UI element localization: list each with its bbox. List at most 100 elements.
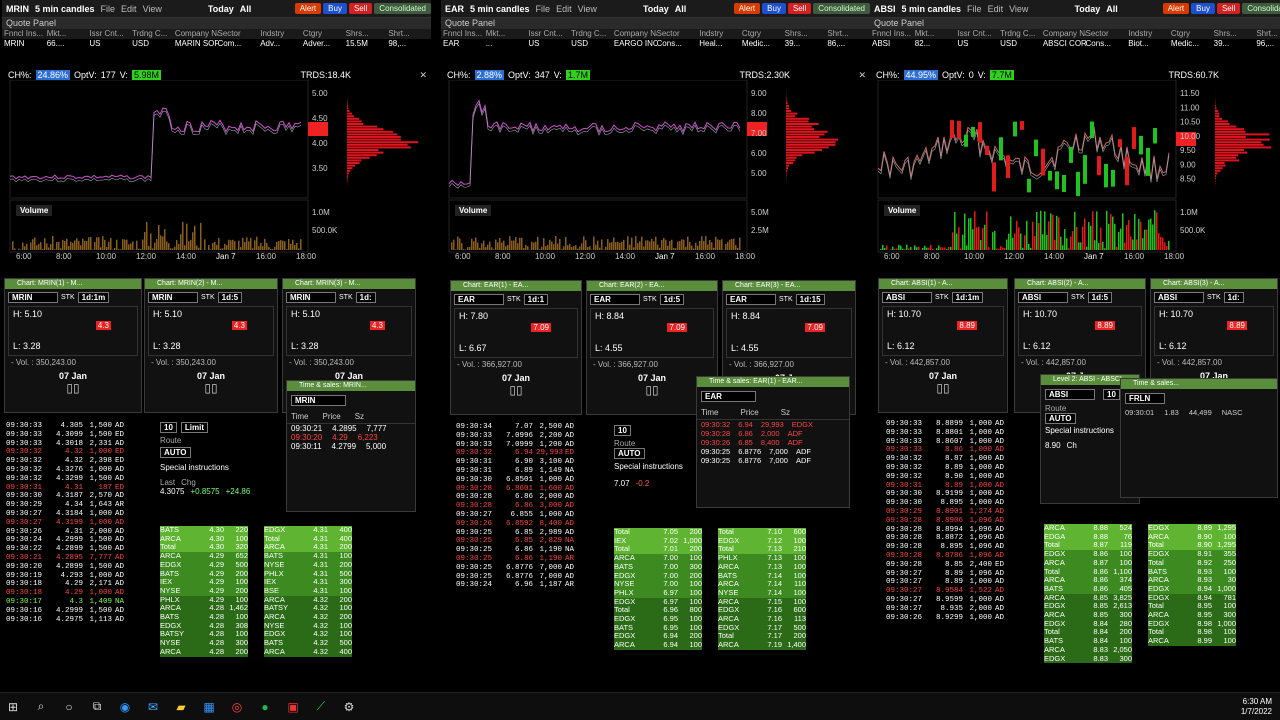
column-header[interactable]: Indstry: [1128, 29, 1171, 39]
interval-selector[interactable]: 5 min candles: [902, 4, 962, 14]
menu-item[interactable]: View: [578, 4, 597, 14]
all-selector[interactable]: All: [240, 4, 252, 14]
time-sales-row[interactable]: 09:30:27 8.9599 1,000 AD: [886, 596, 1036, 605]
sell-button[interactable]: Sell: [787, 3, 812, 14]
symbol-input[interactable]: EAR: [454, 294, 504, 305]
time-sales-row[interactable]: 09:30:33 4.305 1,500 AD: [6, 422, 156, 431]
mini-chart-window[interactable]: Chart: EAR(1) - EA... EAR STK 1d:1 H: 7.80 L:…: [450, 280, 582, 415]
window-title[interactable]: Time & sales...: [1121, 379, 1277, 389]
window-title[interactable]: Chart: MRIN(3) - M...: [283, 279, 415, 289]
column-header[interactable]: Trdng C...: [571, 29, 614, 39]
column-header[interactable]: Fnncl Ins...: [443, 29, 486, 39]
column-header[interactable]: Shrt...: [388, 29, 431, 39]
time-sales-row[interactable]: 09:30:32 6.94 29,993 ED: [456, 449, 606, 458]
time-sales-row[interactable]: 09:30:28 8.8786 1,096 AD: [886, 552, 1036, 561]
menu-item[interactable]: File: [536, 4, 551, 14]
time-sales-row[interactable]: 09:30:32 4.32 1,000 ED: [6, 448, 156, 457]
window-title[interactable]: Chart: EAR(2) - EA...: [587, 281, 717, 291]
time-sales-row[interactable]: 09:30:25 6.86 1,190 NA: [456, 546, 606, 555]
menu-item[interactable]: View: [1009, 4, 1028, 14]
column-header[interactable]: Indstry: [699, 29, 742, 39]
column-header[interactable]: Shrs...: [1214, 29, 1257, 39]
level2-row[interactable]: EDGX 8.83 300: [1044, 654, 1132, 664]
symbol-input[interactable]: ABSI: [1154, 292, 1204, 303]
symbol-input[interactable]: ABSI: [1018, 292, 1068, 303]
sell-button[interactable]: Sell: [348, 3, 373, 14]
time-sales-row[interactable]: 09:30:25 6.86 1,190 AR: [456, 555, 606, 564]
column-header[interactable]: Company Name: [175, 29, 218, 39]
time-sales-row[interactable]: 09:30:28 8.8994 1,096 AD: [886, 526, 1036, 535]
time-sales-row[interactable]: 09:30:33 7.0999 1,200 AD: [456, 441, 606, 450]
column-header[interactable]: Fnncl Ins...: [4, 29, 47, 39]
time-sales-row[interactable]: 09:30:28 6.86 3,000 AD: [456, 502, 606, 511]
all-selector[interactable]: All: [675, 4, 687, 14]
column-header[interactable]: Indstry: [260, 29, 303, 39]
slider-handle-icon[interactable]: ▯▯: [5, 381, 141, 395]
time-sales-window[interactable]: Time & sales... FRLN 09:30:01 1.83 44,499 NAS…: [1120, 378, 1278, 498]
column-header[interactable]: Issr Cnt...: [528, 29, 571, 39]
menu-item[interactable]: Edit: [121, 4, 137, 14]
symbol-input[interactable]: MRIN: [8, 292, 58, 303]
time-sales-row[interactable]: 09:30:28 8.8906 1,096 AD: [886, 517, 1036, 526]
symbol-input[interactable]: ABSI: [1045, 389, 1095, 400]
sell-button[interactable]: Sell: [1216, 3, 1241, 14]
symbol-selector[interactable]: ABSI: [874, 4, 896, 14]
time-sales-row[interactable]: 09:30:24 4.2999 1,500 AD: [6, 536, 156, 545]
time-sales-row[interactable]: 09:30:27 8.9584 1,522 AD: [886, 587, 1036, 596]
symbol-selector[interactable]: MRIN: [6, 4, 29, 14]
mini-chart-window[interactable]: Chart: ABSI(1) - A... ABSI STK 1d:1m H: 10.7…: [878, 278, 1008, 413]
symbol-input[interactable]: EAR: [726, 294, 776, 305]
route-select[interactable]: AUTO: [1045, 413, 1076, 424]
time-sales-row[interactable]: 09:30:26 8.9299 1,000 AD: [886, 614, 1036, 623]
interval-input[interactable]: 1d:1m: [77, 292, 110, 303]
interval-input[interactable]: 1d:1: [523, 294, 549, 305]
column-header[interactable]: Trdng C...: [1000, 29, 1043, 39]
folder-icon[interactable]: ▰: [174, 700, 188, 714]
menu-item[interactable]: Edit: [988, 4, 1004, 14]
ts-row[interactable]: 09:30:11 4.2799 5,000: [287, 442, 415, 451]
time-sales-row[interactable]: 09:30:25 6.85 2,829 NA: [456, 537, 606, 546]
column-header[interactable]: Company Name: [614, 29, 657, 39]
interval-input[interactable]: 1d:5: [1087, 292, 1113, 303]
time-sales-window[interactable]: Time & sales: EAR(1) - EAR... EAR Time Pric…: [696, 376, 850, 508]
interval-selector[interactable]: 5 min candles: [470, 4, 530, 14]
column-header[interactable]: Shrs...: [346, 29, 389, 39]
level2-row[interactable]: ARCA 4.32 400: [264, 647, 352, 657]
column-header[interactable]: Company Name: [1043, 29, 1086, 39]
quantity-input[interactable]: 10: [1103, 389, 1120, 400]
time-sales-row[interactable]: 09:30:33 4.3018 2,331 AD: [6, 440, 156, 449]
price-chart[interactable]: 9.00 8.00 7.00 6.00 5.00 5.0M 2.5M 6:00 8:00 10:0…: [441, 80, 870, 260]
time-sales-row[interactable]: 09:30:25 6.8776 7,000 AD: [456, 573, 606, 582]
menu-item[interactable]: Edit: [556, 4, 572, 14]
time-sales-row[interactable]: 09:30:26 4.31 2,000 AD: [6, 528, 156, 537]
time-sales-row[interactable]: 09:30:22 4.2899 1,500 AD: [6, 545, 156, 554]
column-header[interactable]: Mkt...: [486, 29, 529, 39]
quote-panel-row[interactable]: EAR... US USD EARGO INC Cons... Heal... Medic.…: [441, 39, 870, 49]
menu-item[interactable]: File: [967, 4, 982, 14]
range-selector[interactable]: Today: [1074, 4, 1100, 14]
cortana-icon[interactable]: ○: [62, 700, 76, 714]
task-view-icon[interactable]: ⧉: [90, 699, 104, 714]
windows-start-icon[interactable]: ⊞: [6, 700, 20, 714]
time-sales-row[interactable]: 09:30:30 4.3187 2,570 AD: [6, 492, 156, 501]
time-sales-row[interactable]: 09:30:28 6.86 2,000 AD: [456, 493, 606, 502]
column-header[interactable]: Issr Cnt...: [89, 29, 132, 39]
ts-row[interactable]: 09:30:28 6.86 2,000 ADF: [697, 429, 849, 438]
spotify-icon[interactable]: ●: [258, 700, 272, 714]
quote-panel-row[interactable]: MRIN 66.... US USD MARIN SOFTW...Com... Adv..…: [2, 39, 431, 49]
ts-row[interactable]: 09:30:32 6.94 29,993 EDGX: [697, 420, 849, 429]
interval-input[interactable]: 1d:5: [659, 294, 685, 305]
consolidated-button[interactable]: Consolidated: [813, 3, 870, 14]
time-sales-row[interactable]: 09:30:32 8.90 1,000 AD: [886, 473, 1036, 482]
time-sales-row[interactable]: 09:30:33 8.8607 1,000 AD: [886, 438, 1036, 447]
symbol-selector[interactable]: EAR: [445, 4, 464, 14]
time-sales-row[interactable]: 09:30:26 6.8592 8,400 AD: [456, 520, 606, 529]
level2-row[interactable]: ARCA 6.94 100: [614, 640, 702, 650]
time-sales-row[interactable]: 09:30:30 8.895 1,000 AD: [886, 499, 1036, 508]
time-sales-row[interactable]: 09:30:34 7.07 2,500 AD: [456, 423, 606, 432]
ts-row[interactable]: 09:30:21 4.2895 7,777: [287, 424, 415, 433]
ts-row[interactable]: 09:30:20 4.29 6,223: [287, 433, 415, 442]
time-sales-row[interactable]: 09:30:31 6.89 1,149 NA: [456, 467, 606, 476]
menu-item[interactable]: View: [143, 4, 162, 14]
ts-row[interactable]: 09:30:25 6.8776 7,000 ADF: [697, 456, 849, 465]
